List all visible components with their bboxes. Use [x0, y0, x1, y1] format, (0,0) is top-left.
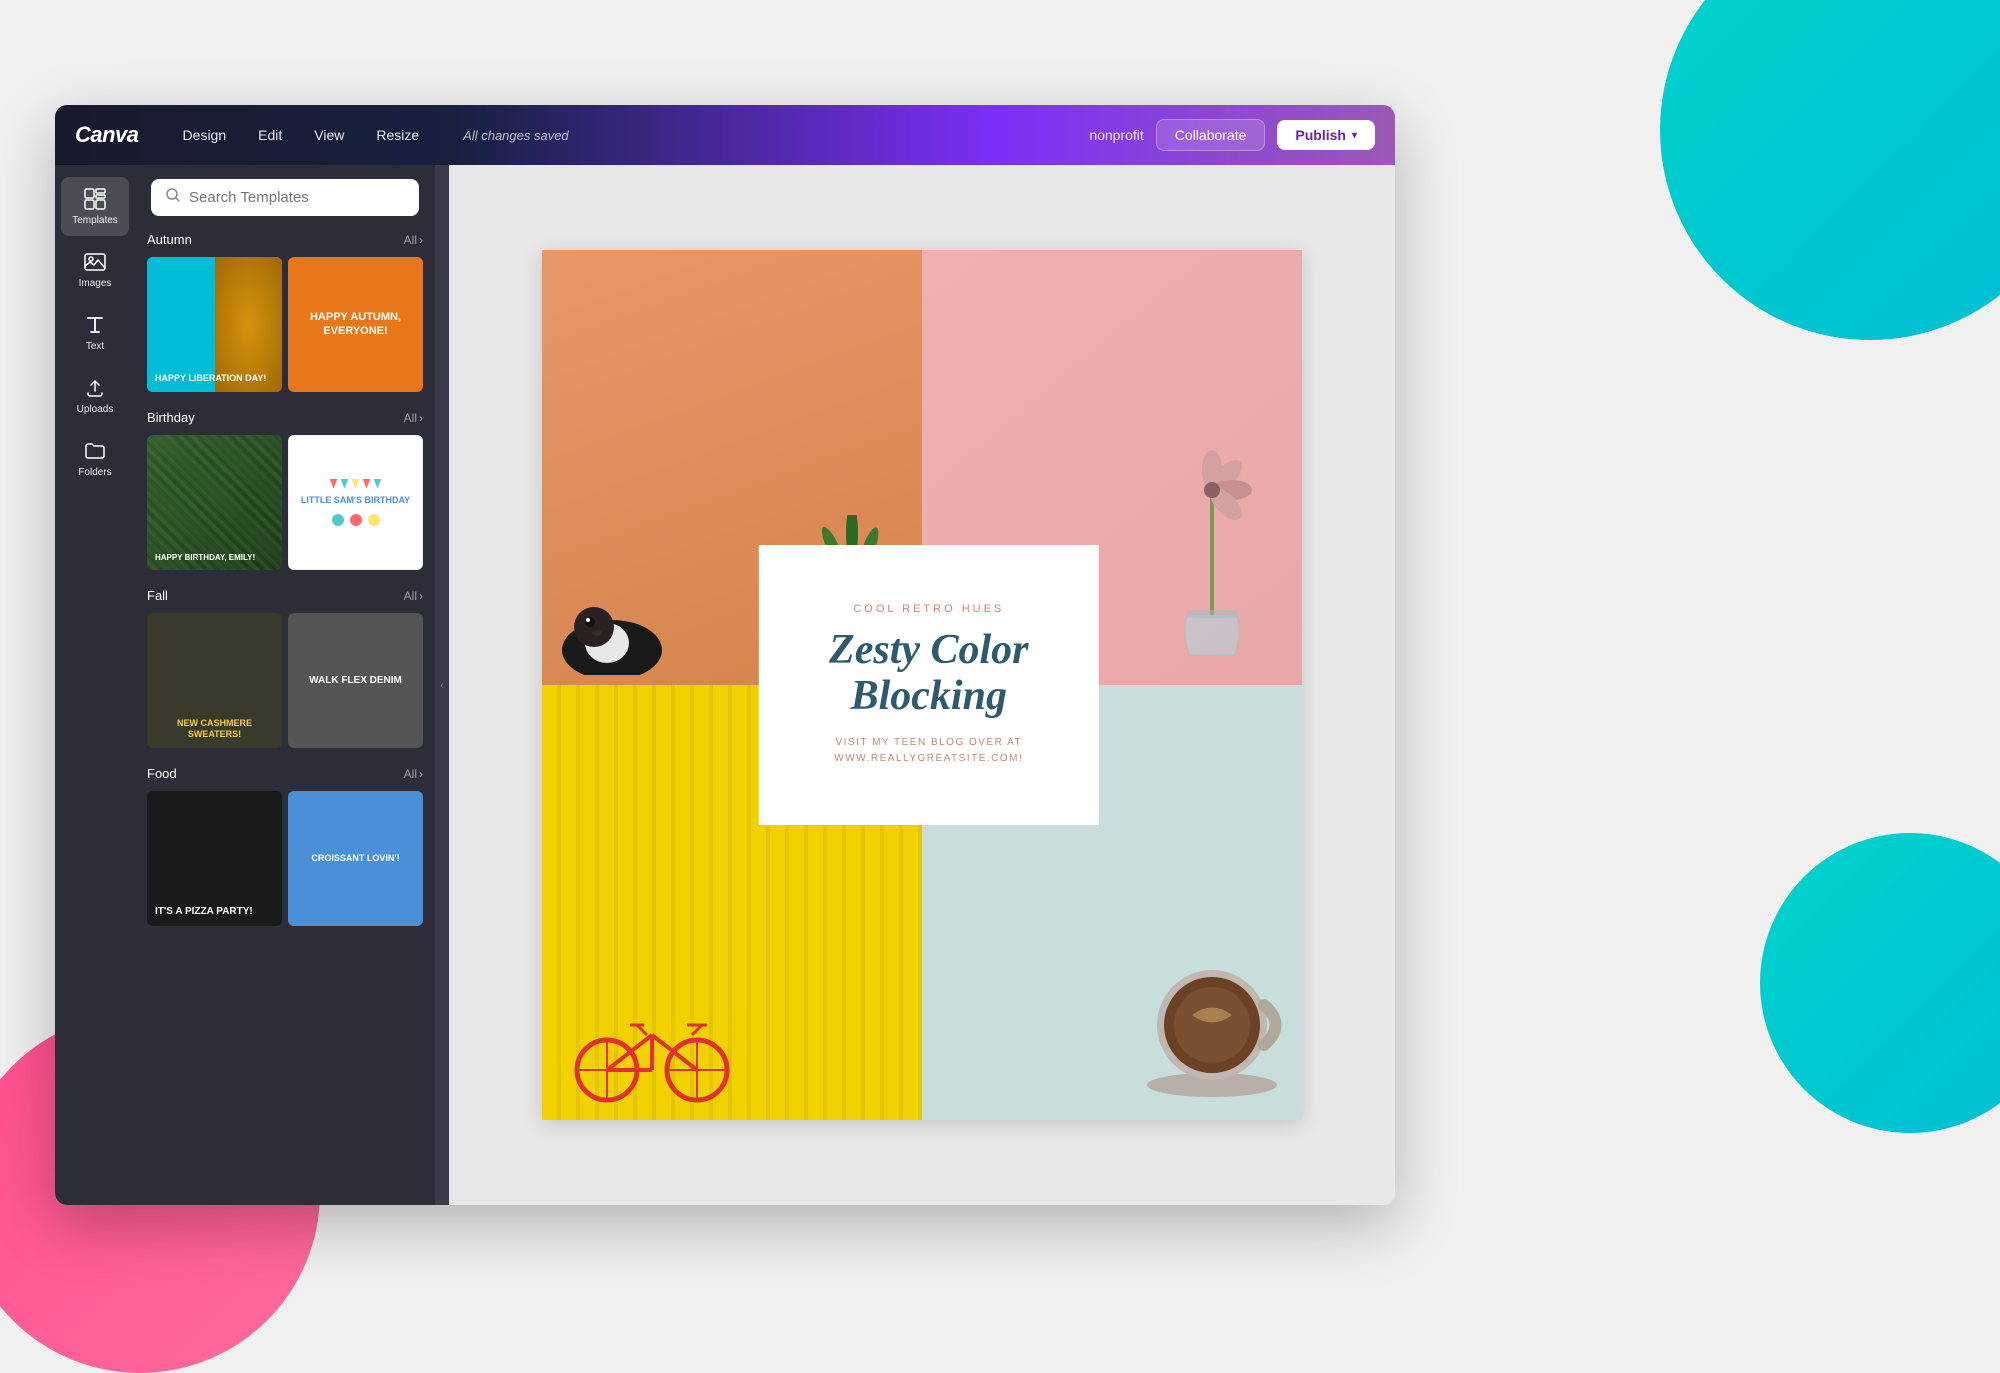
- bicycle-svg: [572, 1005, 732, 1105]
- search-bar-wrap: [135, 165, 435, 230]
- nav-item-resize[interactable]: Resize: [362, 121, 433, 149]
- sidebar-item-uploads[interactable]: Uploads: [61, 366, 129, 425]
- design-canvas: COOL RETRO HUES Zesty ColorBlocking VISI…: [542, 250, 1302, 1120]
- canvas-title: Zesty ColorBlocking: [829, 627, 1028, 719]
- category-fall-name: Fall: [147, 588, 168, 603]
- category-food-all[interactable]: All ›: [404, 767, 423, 781]
- canvas-area: COOL RETRO HUES Zesty ColorBlocking VISI…: [449, 165, 1395, 1205]
- nav-right: nonprofit Collaborate Publish ▾: [1089, 119, 1375, 151]
- collapse-arrow-icon: ‹: [440, 680, 443, 691]
- birthday-decoration: [332, 514, 380, 526]
- birthday-bunting: [330, 479, 382, 489]
- chevron-right-icon: ›: [419, 589, 423, 603]
- nav-item-view[interactable]: View: [300, 121, 358, 149]
- template-card-birthday-1[interactable]: HAPPY BIRTHDAY, EMILY!: [147, 435, 282, 570]
- publish-chevron-icon: ▾: [1352, 130, 1357, 141]
- text-icon: [83, 313, 107, 337]
- canvas-subtitle: VISIT MY TEEN BLOG OVER AT WWW.REALLYGRE…: [834, 735, 1023, 767]
- nav-item-design[interactable]: Design: [169, 121, 241, 149]
- canva-logo: Canva: [75, 122, 139, 148]
- nonprofit-label: nonprofit: [1089, 127, 1143, 143]
- template-card-food-1[interactable]: IT'S A PIZZA PARTY!: [147, 791, 282, 926]
- category-fall: Fall All › NEW CASHMERE SWEATERS! WALK F…: [147, 586, 423, 748]
- text-label: Text: [86, 341, 104, 352]
- chevron-right-icon: ›: [419, 233, 423, 247]
- images-icon: [83, 250, 107, 274]
- publish-button[interactable]: Publish ▾: [1277, 120, 1375, 150]
- template-card-fall-1[interactable]: NEW CASHMERE SWEATERS!: [147, 613, 282, 748]
- birthday-2-text: LITTLE SAM'S BIRTHDAY: [301, 495, 410, 507]
- fall-2-text: WALK FLEX DENIM: [309, 675, 402, 687]
- guinea-pig-svg: [552, 585, 672, 675]
- canvas-retro-label: COOL RETRO HUES: [853, 603, 1004, 615]
- category-autumn-all[interactable]: All ›: [404, 233, 423, 247]
- bg-circle-teal-bottom: [1760, 833, 2000, 1133]
- templates-label: Templates: [72, 215, 118, 226]
- templates-panel: Autumn All › HAPPY LIBERATION DAY!: [135, 165, 435, 1205]
- food-1-text: IT'S A PIZZA PARTY!: [155, 906, 253, 918]
- uploads-icon: [83, 376, 107, 400]
- white-card: COOL RETRO HUES Zesty ColorBlocking VISI…: [759, 545, 1099, 825]
- category-fall-all[interactable]: All ›: [404, 589, 423, 603]
- category-autumn-header: Autumn All ›: [147, 230, 423, 249]
- template-card-food-2[interactable]: CROISSANT LOVIN'!: [288, 791, 423, 926]
- panel-collapse-handle[interactable]: ‹: [435, 165, 449, 1205]
- food-template-grid: IT'S A PIZZA PARTY! CROISSANT LOVIN'!: [147, 791, 423, 926]
- category-birthday-all[interactable]: All ›: [404, 411, 423, 425]
- sidebar-item-templates[interactable]: Templates: [61, 177, 129, 236]
- category-autumn-name: Autumn: [147, 232, 192, 247]
- category-birthday: Birthday All › HAPPY BIRTHDAY, EMILY!: [147, 408, 423, 570]
- sidebar-item-text[interactable]: Text: [61, 303, 129, 362]
- template-card-fall-2[interactable]: WALK FLEX DENIM: [288, 613, 423, 748]
- chevron-right-icon: ›: [419, 767, 423, 781]
- icon-sidebar: Templates Images Text: [55, 165, 135, 1205]
- fall-template-grid: NEW CASHMERE SWEATERS! WALK FLEX DENIM: [147, 613, 423, 748]
- autumn-2-text: HAPPY AUTUMN, EVERYONE!: [296, 311, 415, 337]
- collaborate-button[interactable]: Collaborate: [1156, 119, 1266, 151]
- chevron-right-icon: ›: [419, 411, 423, 425]
- template-card-autumn-2[interactable]: HAPPY AUTUMN, EVERYONE!: [288, 257, 423, 392]
- category-food: Food All › IT'S A PIZZA PARTY! CROISSANT…: [147, 764, 423, 926]
- birthday-template-grid: HAPPY BIRTHDAY, EMILY! LITTLE SAM'S BIRT…: [147, 435, 423, 570]
- nav-menu: Design Edit View Resize: [169, 121, 434, 149]
- coffee-cup-svg: [1142, 960, 1282, 1100]
- browser-window: Canva Design Edit View Resize All change…: [55, 105, 1395, 1205]
- autumn-template-grid: HAPPY LIBERATION DAY! HAPPY AUTUMN, EVER…: [147, 257, 423, 392]
- nav-status: All changes saved: [463, 128, 1069, 143]
- bg-circle-teal: [1660, 0, 2000, 340]
- food-2-text: CROISSANT LOVIN'!: [311, 853, 399, 864]
- category-food-name: Food: [147, 766, 177, 781]
- flower-vase-svg: [1152, 415, 1272, 675]
- category-fall-header: Fall All ›: [147, 586, 423, 605]
- top-nav: Canva Design Edit View Resize All change…: [55, 105, 1395, 165]
- sidebar-item-folders[interactable]: Folders: [61, 429, 129, 488]
- sidebar-item-images[interactable]: Images: [61, 240, 129, 299]
- search-input-container[interactable]: [151, 179, 419, 216]
- template-card-birthday-2[interactable]: LITTLE SAM'S BIRTHDAY: [288, 435, 423, 570]
- search-icon: [165, 187, 181, 208]
- uploads-label: Uploads: [77, 404, 114, 415]
- category-autumn: Autumn All › HAPPY LIBERATION DAY!: [147, 230, 423, 392]
- nav-item-edit[interactable]: Edit: [244, 121, 296, 149]
- category-birthday-header: Birthday All ›: [147, 408, 423, 427]
- category-birthday-name: Birthday: [147, 410, 195, 425]
- category-food-header: Food All ›: [147, 764, 423, 783]
- autumn-1-text: HAPPY LIBERATION DAY!: [155, 373, 266, 384]
- folders-icon: [83, 439, 107, 463]
- search-input[interactable]: [189, 189, 405, 206]
- templates-icon: [83, 187, 107, 211]
- birthday-1-text: HAPPY BIRTHDAY, EMILY!: [155, 553, 255, 562]
- fall-1-text: NEW CASHMERE SWEATERS!: [155, 718, 274, 740]
- template-card-autumn-1[interactable]: HAPPY LIBERATION DAY!: [147, 257, 282, 392]
- images-label: Images: [79, 278, 112, 289]
- editor-body: Templates Images Text: [55, 165, 1395, 1205]
- folders-label: Folders: [78, 467, 111, 478]
- templates-scroll: Autumn All › HAPPY LIBERATION DAY!: [135, 230, 435, 1205]
